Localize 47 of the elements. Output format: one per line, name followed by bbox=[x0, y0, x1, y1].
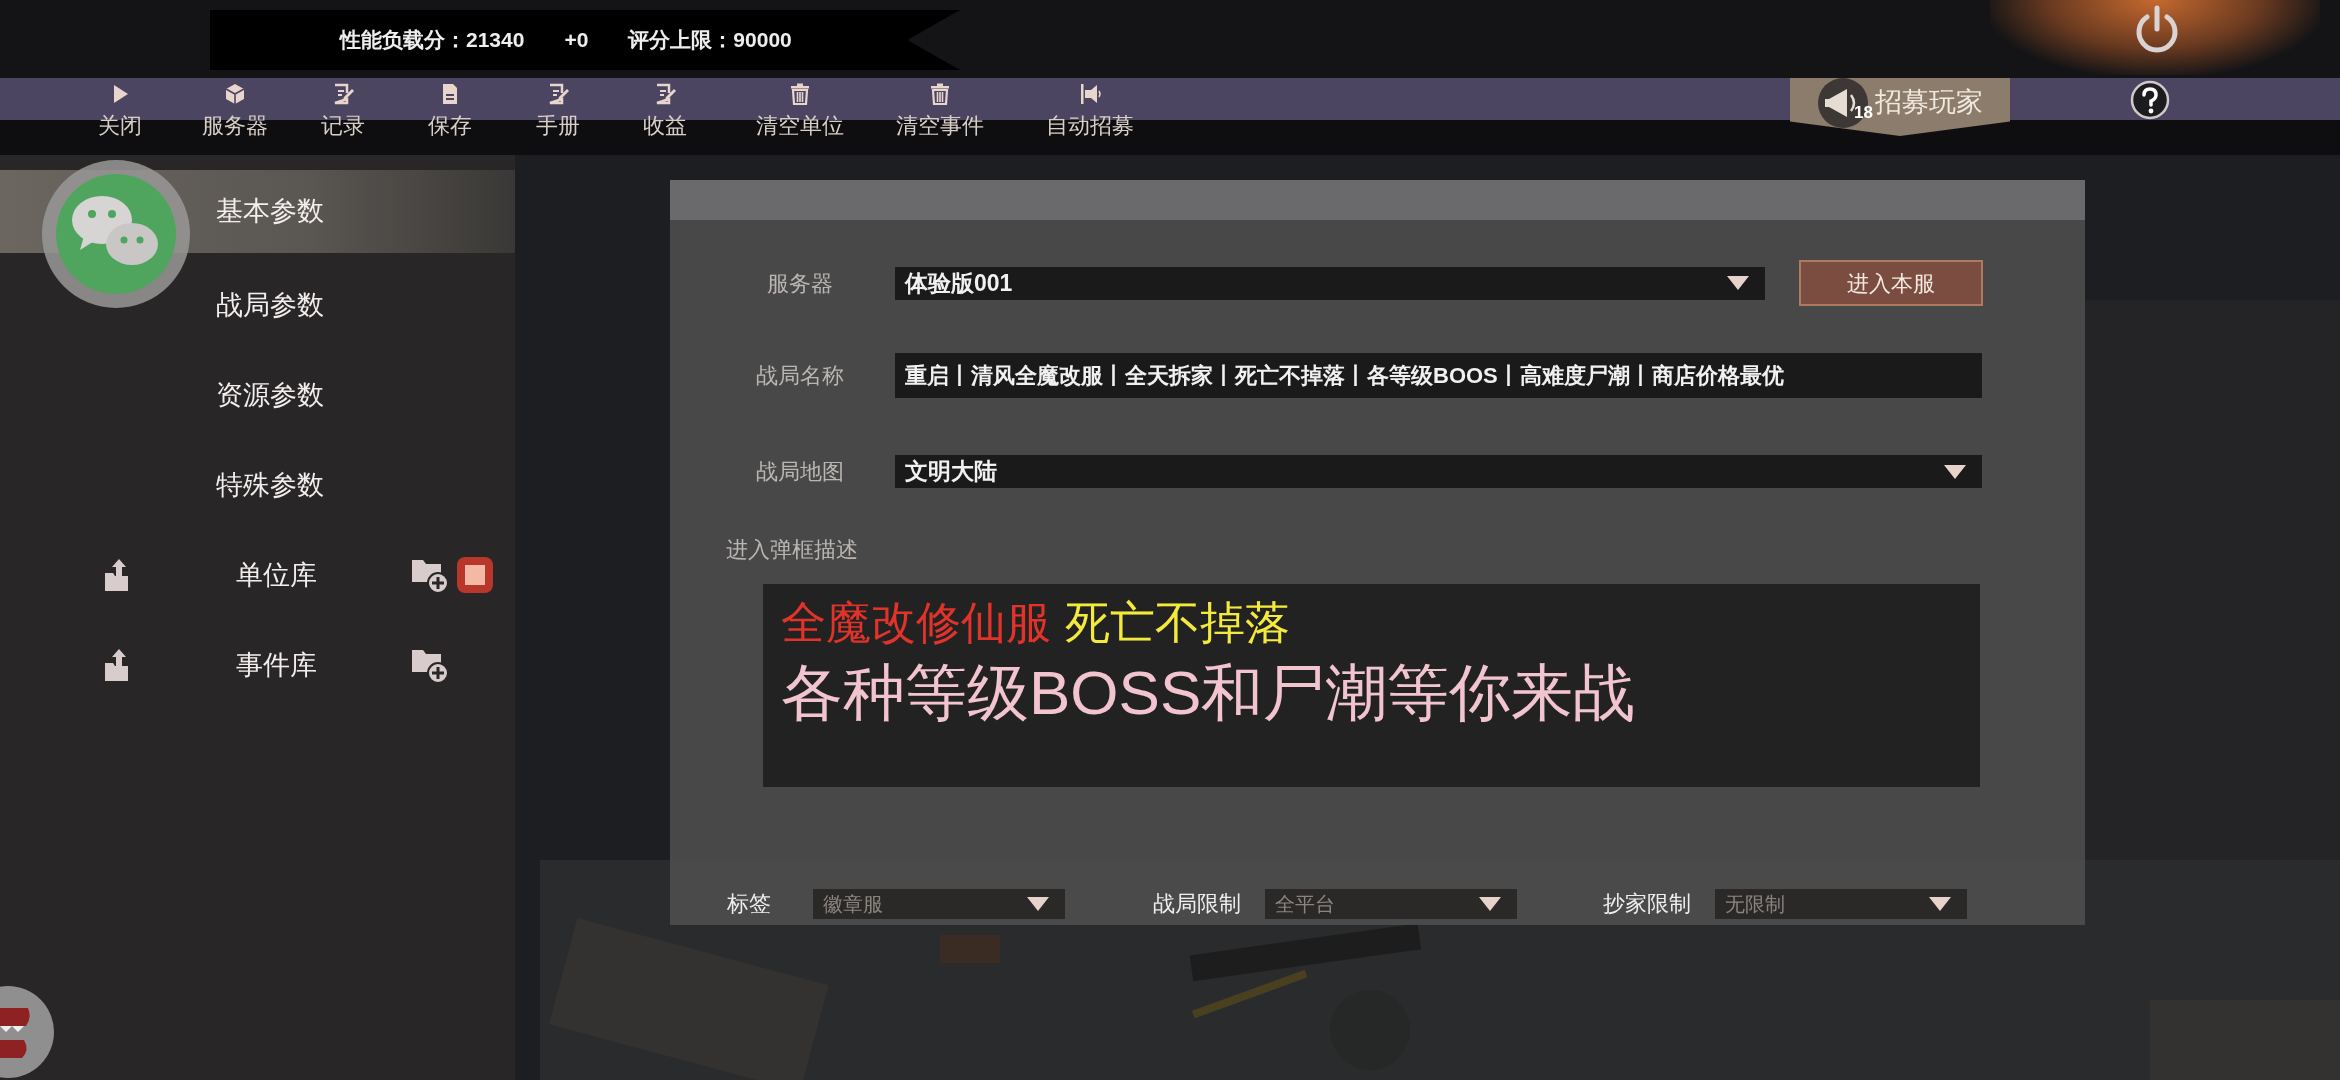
toolbar-button[interactable]: 记录 bbox=[295, 78, 391, 139]
chat-bubbles-icon[interactable] bbox=[40, 158, 192, 310]
field-label: 战局地图 bbox=[755, 458, 845, 486]
library-label[interactable]: 事件库 bbox=[236, 644, 317, 686]
help-button[interactable] bbox=[2130, 80, 2170, 120]
score-limit-text: 评分上限：90000 bbox=[628, 27, 792, 54]
description-box[interactable]: 全魔改修仙服 死亡不掉落 各种等级BOSS和尸潮等你来战 bbox=[763, 584, 1980, 787]
toolbar-button[interactable]: 清空单位 bbox=[752, 78, 848, 139]
toolbar-button[interactable]: 保存 bbox=[402, 78, 498, 139]
toolbar-button[interactable]: 关闭 bbox=[72, 78, 168, 139]
toolbar-button[interactable]: 清空事件 bbox=[892, 78, 988, 139]
caret-icon bbox=[1725, 274, 1751, 292]
enter-server-button[interactable]: 进入本服 bbox=[1799, 260, 1983, 306]
load-score-text: 性能负载分：21340 bbox=[340, 27, 525, 54]
match-name-field[interactable]: 重启丨清风全魔改服丨全天拆家丨死亡不掉落丨各等级BOOS丨高难度尸潮丨商店价格最优 bbox=[895, 353, 1982, 398]
count-label: 18 bbox=[1854, 102, 1873, 124]
trash-icon bbox=[928, 82, 952, 106]
field-label: 标签 bbox=[727, 890, 771, 918]
description-text: 死亡不掉落 bbox=[1065, 597, 1290, 648]
sidebar-item[interactable]: 特殊参数 bbox=[0, 440, 515, 530]
server-select[interactable]: 体验版001 bbox=[895, 266, 1765, 300]
map-select[interactable]: 文明大陆 bbox=[895, 455, 1982, 488]
teeth-icon[interactable] bbox=[0, 984, 56, 1080]
toolbar-button[interactable]: 收益 bbox=[617, 78, 713, 139]
score-delta-text: +0 bbox=[564, 27, 589, 54]
flag-speaker-icon bbox=[1078, 82, 1102, 106]
field-label: 战局名称 bbox=[755, 362, 845, 390]
toolbar-button[interactable]: 手册 bbox=[510, 78, 606, 139]
toolbar-button[interactable]: 服务器 bbox=[187, 78, 283, 139]
power-icon[interactable] bbox=[2134, 5, 2180, 55]
help-icon bbox=[2130, 80, 2170, 120]
caret-icon bbox=[1927, 894, 1953, 913]
library-label[interactable]: 单位库 bbox=[236, 554, 317, 596]
field-label: 抄家限制 bbox=[1603, 890, 1691, 918]
description-text: 各种等级BOSS和尸潮等你来战 bbox=[781, 657, 1636, 727]
caret-icon bbox=[1025, 894, 1051, 913]
description-text: 全魔改修仙服 bbox=[781, 597, 1051, 648]
cube-icon bbox=[223, 82, 247, 106]
field-label: 战局限制 bbox=[1153, 890, 1241, 918]
toolbar-button[interactable]: 自动招募 bbox=[1042, 78, 1138, 139]
caret-icon bbox=[1942, 462, 1968, 481]
caret-icon bbox=[1477, 894, 1503, 913]
field-label: 服务器 bbox=[766, 269, 834, 298]
sidebar-item[interactable]: 资源参数 bbox=[0, 350, 515, 440]
trash-icon bbox=[788, 82, 812, 106]
field-label: 进入弹框描述 bbox=[726, 536, 859, 564]
sidebar-item[interactable]: 战局参数 bbox=[0, 260, 515, 350]
